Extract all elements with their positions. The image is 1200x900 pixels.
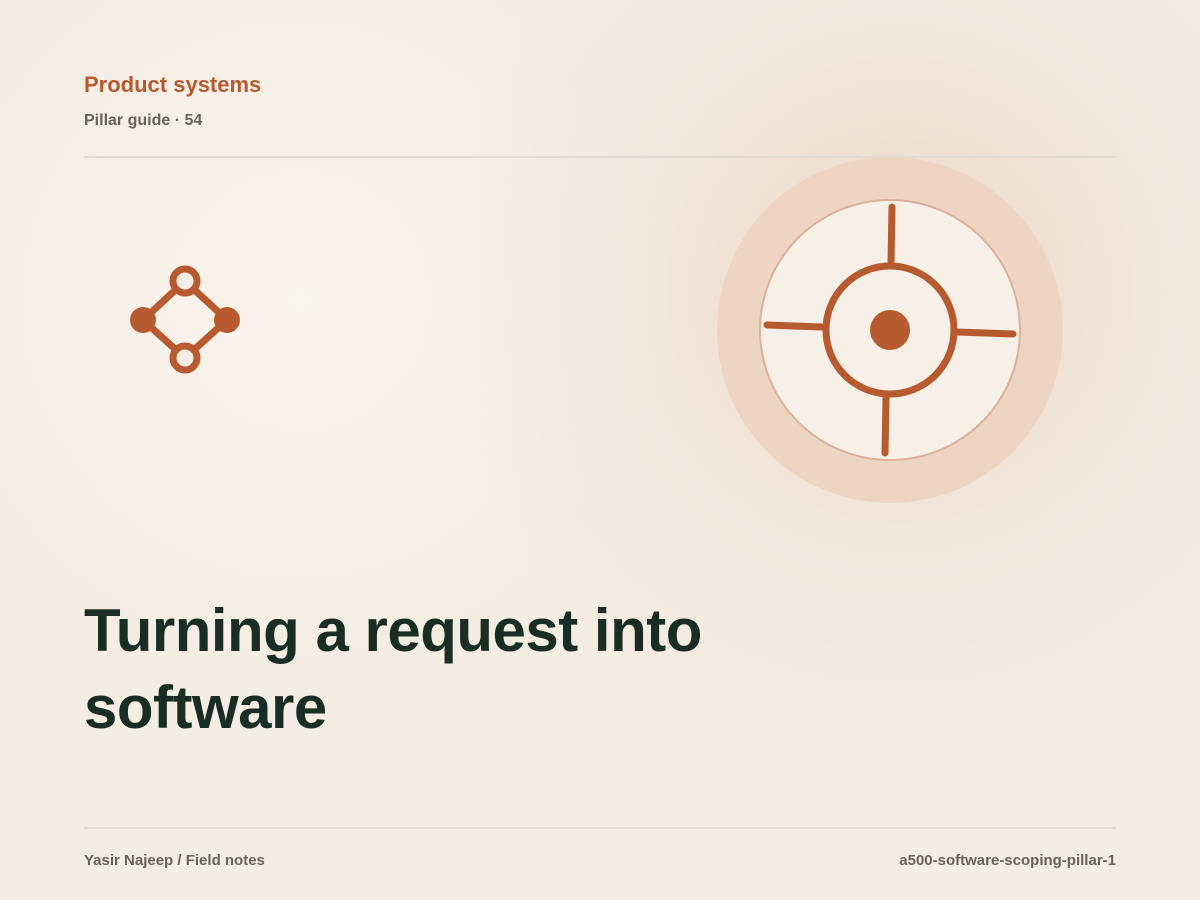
crosshair-target-icon	[717, 157, 1063, 503]
author-credit: Yasir Najeep / Field notes	[84, 852, 265, 869]
page-title: Turning a request into software	[84, 597, 702, 741]
bottom-divider	[84, 827, 1116, 829]
series-label: Pillar guide · 54	[84, 112, 203, 129]
document-slug: a500-software-scoping-pillar-1	[899, 852, 1116, 869]
category-label: Product systems	[84, 72, 262, 97]
network-diamond-icon	[130, 265, 240, 374]
